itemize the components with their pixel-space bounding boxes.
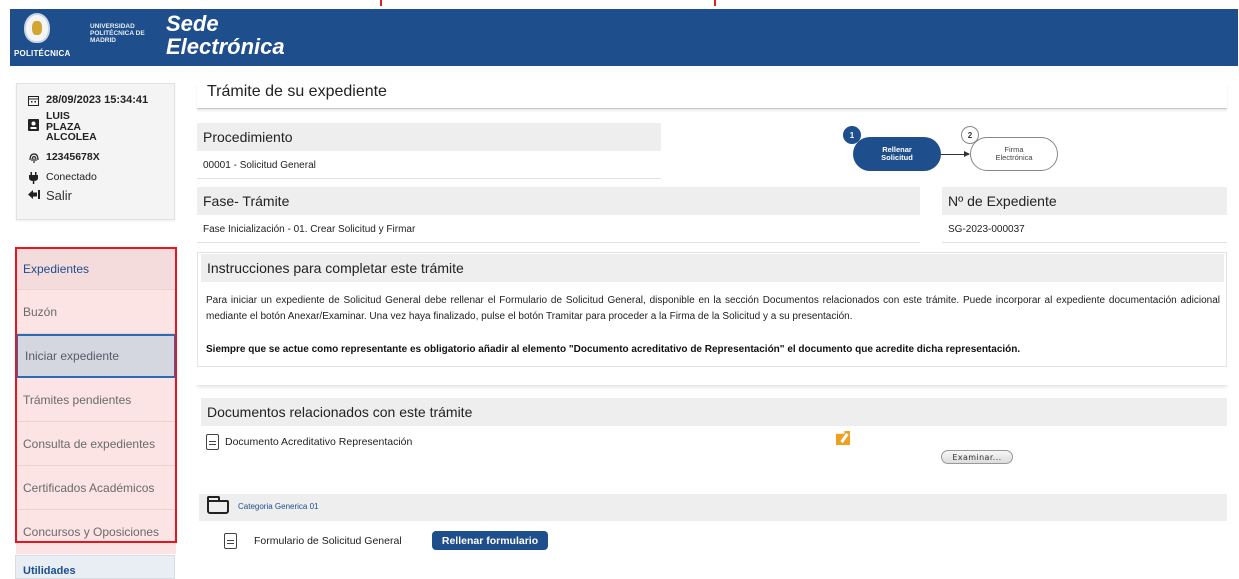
formulario-row: Formulario de Solicitud General [224,533,402,549]
crest-icon [24,13,50,43]
connection-status-row: Conectado [27,171,97,184]
logo-university-name: UNIVERSIDAD POLITÉCNICA DE MADRID [90,23,145,44]
instructions-text: Para iniciar un expediente de Solicitud … [206,295,1220,322]
formulario-label: Formulario de Solicitud General [254,535,402,547]
site-title-line1: Sede [166,11,219,36]
procedure-value: 00001 - Solicitud General [197,152,661,179]
step-arrow [941,151,970,157]
datetime-row: 28/09/2023 15:34:41 [27,94,148,107]
rellenar-formulario-button[interactable]: Rellenar formulario [432,531,548,550]
id-card-icon [27,118,40,131]
section-divider [197,382,1227,386]
category-bar [199,494,1227,521]
category-link[interactable]: Categoria Generica 01 [238,502,319,511]
logout-icon [27,188,40,201]
user-name-line3: ALCOLEA [46,131,97,143]
university-logo[interactable]: POLITÉCNICA UNIVERSIDAD POLITÉCNICA DE M… [10,9,170,66]
fingerprint-icon [27,151,40,164]
document-id-row: 12345678X [27,151,100,164]
instructions-warning: Siempre que se actue como representante … [206,344,1021,355]
edit-document-icon[interactable] [836,431,850,445]
calendar-icon [27,94,40,107]
document-acreditativo-row: Documento Acreditativo Representación [206,434,412,450]
user-name-row: LUIS PLAZA ALCOLEA [27,111,97,143]
file-number-value: SG-2023-000037 [942,216,1227,243]
document-icon [224,533,237,549]
instructions-title: Instrucciones para completar este trámit… [201,254,1224,282]
documents-title: Documentos relacionados con este trámite [201,398,1227,426]
connection-status: Conectado [46,171,97,183]
site-title[interactable]: Sede Electrónica [166,12,285,58]
document-icon [206,434,219,450]
procedure-label: Procedimiento [197,123,661,151]
datetime-value: 28/09/2023 15:34:41 [46,94,149,106]
logout-label: Salir [46,188,73,203]
top-annotation-marks [380,0,720,8]
menu-highlight-frame [15,247,177,543]
phase-value: Fase Inicialización - 01. Crear Solicitu… [197,216,920,243]
site-title-line2: Electrónica [166,34,285,59]
site-header: POLITÉCNICA UNIVERSIDAD POLITÉCNICA DE M… [10,9,1238,66]
document-acreditativo-label: Documento Acreditativo Representación [225,436,413,448]
user-name-line1: LUIS [46,110,70,122]
folder-open-icon[interactable] [207,496,229,514]
phase-label: Fase- Trámite [197,187,920,215]
examinar-button[interactable]: Examinar... [941,450,1013,464]
document-id-value: 12345678X [46,151,100,163]
plug-icon [27,171,40,184]
page-title: Trámite de su expediente [197,83,1227,109]
menu-section-utilidades[interactable]: Utilidades [15,555,175,579]
step-firma-electronica[interactable]: Firma Electrónica [970,137,1058,171]
step-rellenar-solicitud[interactable]: Rellenar Solicitud [853,137,941,171]
user-info-card: 28/09/2023 15:34:41 LUIS PLAZA ALCOLEA 1… [16,83,175,220]
logo-short-name: POLITÉCNICA [14,49,71,58]
step1-number: 1 [843,126,861,144]
user-name: LUIS PLAZA ALCOLEA [46,111,97,143]
file-number-label: Nº de Expediente [942,187,1227,215]
step2-line2: Electrónica [995,153,1033,162]
step1-line2: Solicitud [881,153,913,162]
logout-link[interactable]: Salir [27,188,72,203]
step2-number: 2 [961,126,979,144]
